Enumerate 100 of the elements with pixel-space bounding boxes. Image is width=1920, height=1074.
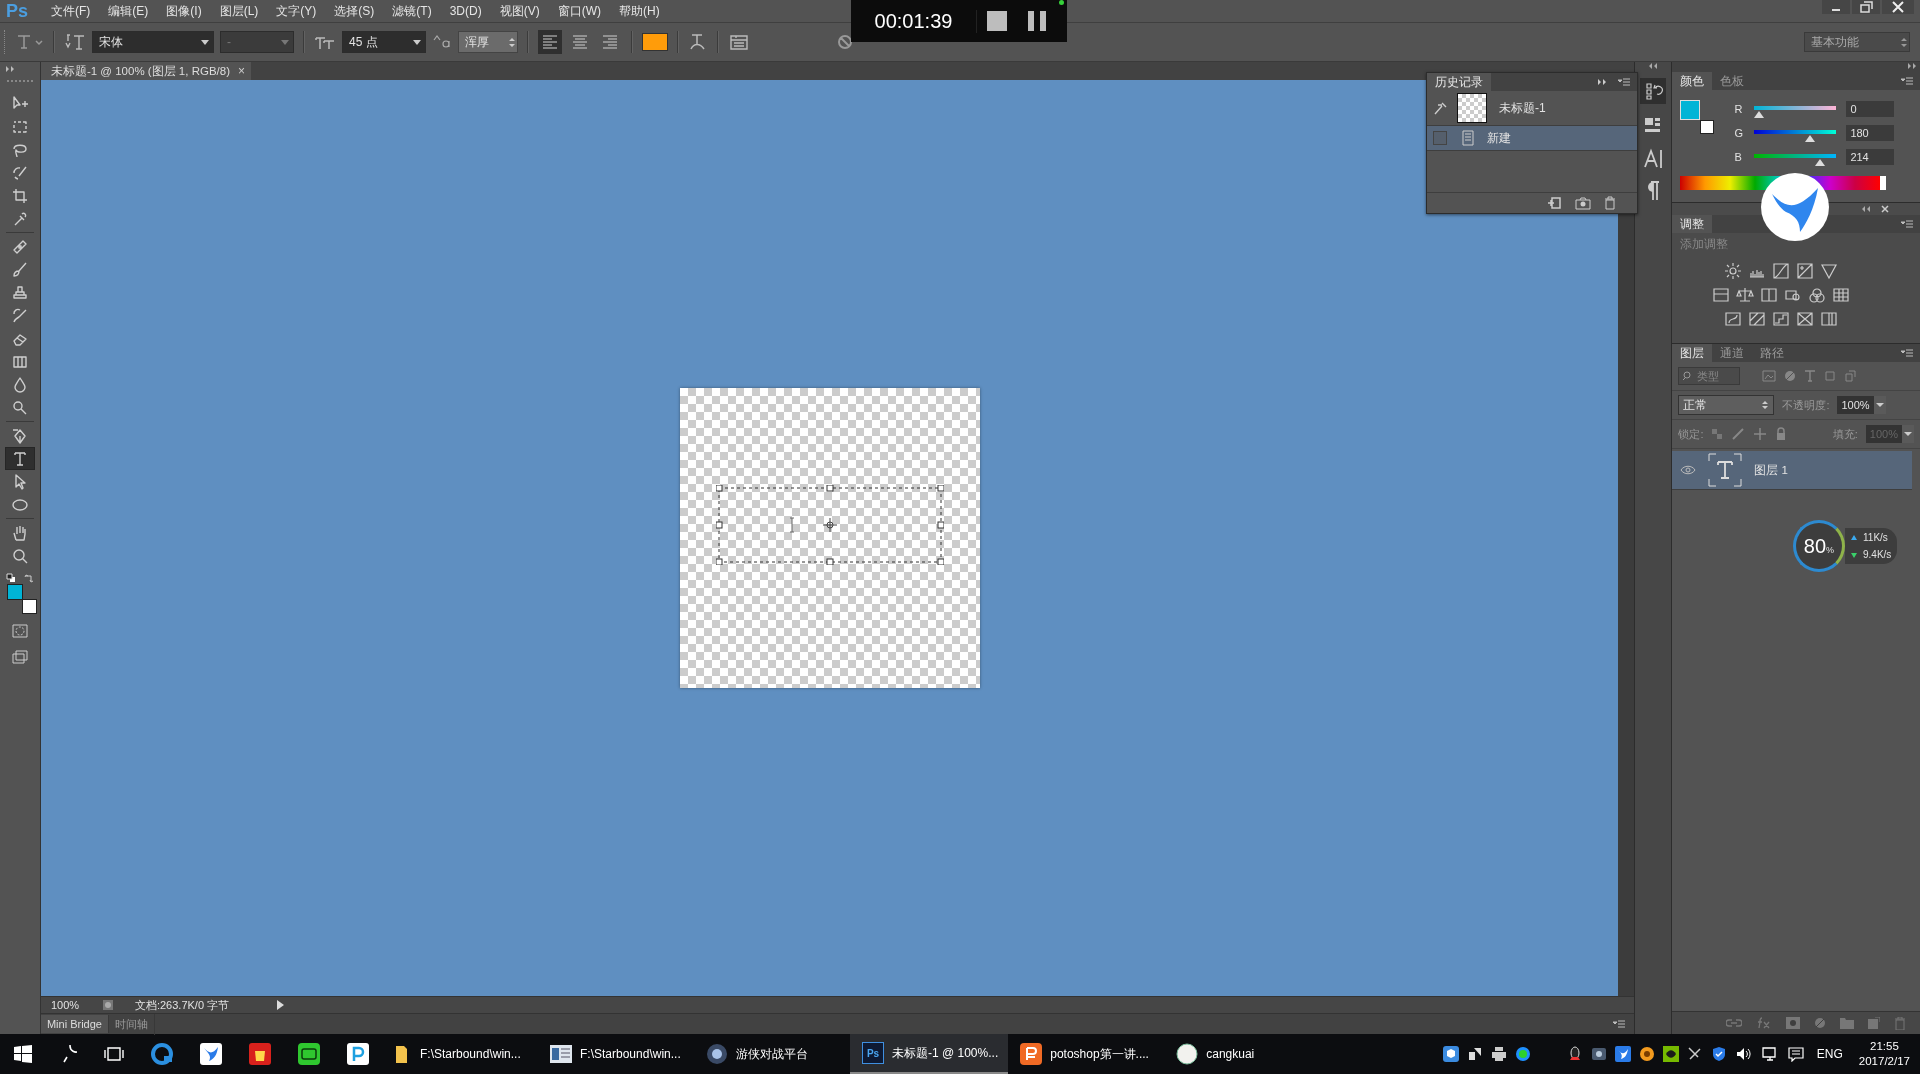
channel-value-field[interactable]: 214 — [1846, 149, 1895, 165]
cube-icon[interactable] — [1442, 1046, 1459, 1062]
text-box-frame[interactable] — [715, 485, 944, 565]
devices-icon[interactable] — [1466, 1046, 1483, 1062]
background-color-swatch[interactable] — [21, 599, 37, 614]
bird-icon[interactable] — [1614, 1046, 1631, 1062]
expand-icon[interactable] — [1596, 77, 1609, 87]
menu-item[interactable]: 图层(L) — [210, 2, 268, 20]
restore-icon[interactable] — [1852, 0, 1880, 14]
taskbar-window[interactable]: F:\Starbound\win... — [538, 1034, 694, 1074]
shopping-bag-icon[interactable] — [249, 1043, 271, 1065]
quick-mask-icon[interactable] — [10, 623, 29, 639]
panel-tab[interactable]: 历史记录 — [1426, 73, 1491, 91]
history-item[interactable]: 新建 — [1426, 126, 1637, 151]
minimize-icon[interactable] — [1822, 0, 1850, 14]
menu-item[interactable]: 视图(V) — [490, 2, 549, 20]
taskbar-window[interactable]: cangkuai — [1164, 1034, 1321, 1074]
menu-item[interactable]: 3D(D) — [440, 4, 491, 18]
swap-colors-icon[interactable] — [23, 573, 34, 583]
close-icon[interactable] — [1880, 204, 1890, 214]
channel-value-field[interactable]: 0 — [1846, 101, 1895, 117]
menu-item[interactable]: 帮助(H) — [610, 2, 669, 20]
sun-icon[interactable] — [1724, 262, 1743, 280]
menu-item[interactable]: 文件(F) — [42, 2, 100, 20]
grid-icon[interactable] — [1832, 286, 1851, 304]
eye-icon[interactable] — [1680, 464, 1697, 476]
menu-icon[interactable] — [1612, 1019, 1627, 1029]
triangle-icon[interactable] — [1820, 262, 1839, 280]
opacity-field[interactable]: 100% — [1837, 396, 1886, 414]
panel-tab[interactable]: 颜色 — [1672, 72, 1713, 90]
panel-tab[interactable]: Mini Bridge — [40, 1015, 109, 1033]
play-icon[interactable] — [274, 999, 285, 1011]
zoom-level[interactable]: 100% — [50, 999, 91, 1011]
shield-icon[interactable] — [1710, 1046, 1727, 1062]
graphics-icon[interactable] — [1662, 1046, 1679, 1062]
panel-tab[interactable]: 调整 — [1672, 215, 1713, 233]
clock-time[interactable]: 21:55 — [1870, 1039, 1899, 1054]
proof-icon[interactable] — [100, 998, 115, 1012]
foreground-color-swatch[interactable] — [6, 584, 23, 600]
menu-icon[interactable] — [1900, 219, 1914, 229]
browser-icon[interactable] — [151, 1043, 173, 1065]
satellite-icon[interactable] — [1686, 1046, 1703, 1062]
panel-tab[interactable]: 通道 — [1712, 344, 1753, 362]
menu-icon[interactable] — [1616, 77, 1631, 87]
anti-alias-select[interactable]: 浑厚 — [458, 31, 518, 53]
slider-thumb[interactable] — [1754, 111, 1765, 118]
camera-icon[interactable] — [1574, 196, 1591, 210]
history-icon[interactable] — [1640, 78, 1667, 104]
background-color-swatch[interactable] — [1700, 120, 1715, 134]
floating-bird-icon[interactable] — [1760, 172, 1830, 242]
cancel-icon[interactable] — [836, 33, 854, 51]
slider-thumb[interactable] — [1805, 135, 1816, 142]
volume-icon[interactable] — [1734, 1046, 1753, 1062]
invert-icon[interactable] — [1724, 310, 1743, 328]
coin-icon[interactable] — [1638, 1046, 1655, 1062]
curve-icon[interactable] — [1772, 262, 1791, 280]
collapse-icon[interactable] — [1860, 205, 1872, 213]
taskbar-window[interactable]: Ps 未标题-1 @ 100%... — [850, 1034, 1009, 1074]
menu-item[interactable]: 编辑(E) — [99, 2, 158, 20]
panels-icon[interactable] — [728, 32, 750, 52]
text-orientation-icon[interactable] — [64, 32, 86, 52]
workspace-select[interactable]: 基本功能 — [1804, 32, 1910, 52]
menu-item[interactable]: 文字(Y) — [267, 2, 326, 20]
tool-button[interactable] — [4, 447, 35, 470]
panel-tab[interactable]: 图层 — [1672, 344, 1713, 362]
clock-date[interactable]: 2017/2/17 — [1858, 1054, 1910, 1069]
align-button[interactable] — [538, 30, 562, 54]
status-circle-icon[interactable] — [1514, 1046, 1531, 1062]
exposure-icon[interactable] — [1796, 262, 1815, 280]
notification-icon[interactable] — [1786, 1046, 1805, 1062]
font-size-select[interactable]: 45 点 — [342, 31, 426, 53]
collapse-icon[interactable] — [1647, 62, 1660, 70]
expand-icon[interactable] — [1906, 62, 1918, 70]
taskbar-window[interactable]: F:\Starbound\win... — [382, 1034, 538, 1074]
windows-logo-icon[interactable] — [14, 1045, 32, 1063]
taskbar-window[interactable]: 游侠对战平台 — [694, 1034, 850, 1074]
taskbar-window[interactable]: potoshop第一讲.... — [1008, 1034, 1165, 1074]
printer-icon[interactable] — [1490, 1046, 1507, 1062]
menu-icon[interactable] — [1900, 348, 1914, 358]
menu-item[interactable]: 滤镜(T) — [383, 2, 441, 20]
panel-tab[interactable]: 路径 — [1752, 344, 1793, 362]
network-speed-widget[interactable]: 80% 11K/s 9.4K/s — [1793, 518, 1911, 574]
text-color-swatch[interactable] — [642, 33, 668, 51]
document-tab[interactable]: 未标题-1 @ 100% (图层 1, RGB/8) × — [40, 62, 251, 80]
input-language[interactable]: ENG — [1816, 1047, 1843, 1061]
brush-source-icon[interactable] — [1432, 100, 1449, 116]
trash-icon[interactable] — [1602, 196, 1617, 210]
scales-icon[interactable] — [1736, 286, 1755, 304]
slider-thumb[interactable] — [1814, 159, 1825, 166]
video-player-icon[interactable] — [298, 1043, 320, 1065]
network-device-icon[interactable] — [1590, 1046, 1607, 1062]
menu-item[interactable]: 窗口(W) — [548, 2, 610, 20]
close-tab-button[interactable]: × — [238, 64, 245, 78]
new-document-icon[interactable] — [1546, 196, 1563, 210]
close-icon[interactable] — [1882, 0, 1914, 14]
channel-value-field[interactable]: 180 — [1846, 125, 1895, 141]
screen-mode-icon[interactable] — [10, 649, 29, 665]
task-view-icon[interactable] — [104, 1045, 124, 1063]
parking-icon[interactable] — [347, 1043, 369, 1065]
menu-icon[interactable] — [1900, 76, 1914, 86]
